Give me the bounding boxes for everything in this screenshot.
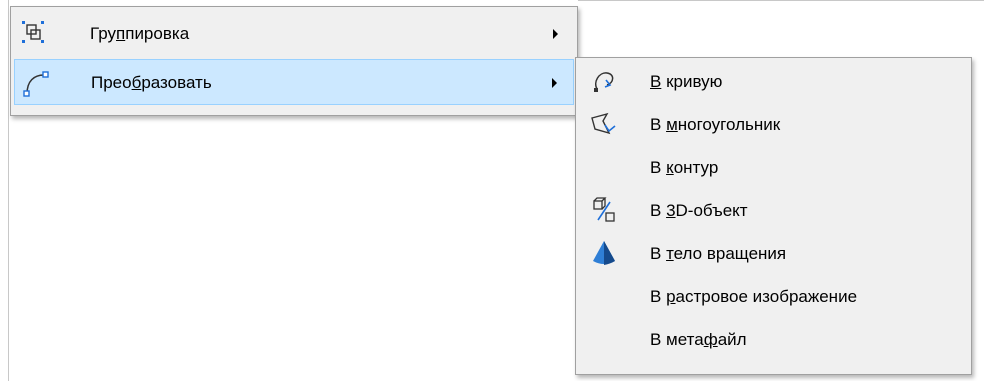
submenu-arrow-icon: [552, 78, 557, 88]
submenu-arrow-icon: [553, 29, 558, 39]
menu-item-grouping[interactable]: Группировка: [14, 11, 574, 57]
menu-item-convert[interactable]: Преобразовать: [14, 59, 574, 105]
submenu-item-label: В многоугольник: [650, 115, 781, 134]
submenu-item-to-rotation-body[interactable]: В тело вращения: [579, 232, 968, 275]
to-polygon-icon: [589, 109, 619, 139]
submenu-item-label: В контур: [650, 158, 719, 177]
group-icon: [19, 18, 51, 50]
document-edge-horizontal: [578, 0, 984, 1]
submenu-item-label: В кривую: [650, 72, 723, 91]
context-menu: Группировка Преобразовать: [10, 6, 578, 116]
menu-item-label: Группировка: [90, 24, 190, 43]
menu-item-label: Преобразовать: [91, 73, 212, 92]
rotation-body-icon: [589, 238, 619, 268]
submenu-item-to-metafile[interactable]: В метафайл: [579, 318, 968, 361]
bezier-curve-icon: [20, 67, 52, 99]
to-curve-icon: [589, 66, 619, 96]
submenu-item-to-bitmap[interactable]: В растровое изображение: [579, 275, 968, 318]
convert-submenu: В кривую В многоугольник В контур В 3D-о…: [575, 57, 972, 375]
submenu-item-to-contour[interactable]: В контур: [579, 146, 968, 189]
submenu-item-label: В растровое изображение: [650, 287, 858, 306]
submenu-item-to-polygon[interactable]: В многоугольник: [579, 103, 968, 146]
submenu-item-label: В метафайл: [650, 330, 747, 349]
canvas: Группировка Преобразовать В кривую В мно…: [0, 0, 984, 381]
submenu-item-label: В 3D-объект: [650, 201, 748, 220]
submenu-item-to-curve[interactable]: В кривую: [579, 60, 968, 103]
submenu-item-label: В тело вращения: [650, 244, 787, 263]
to-3d-object-icon: [589, 195, 619, 225]
document-edge-vertical: [8, 0, 9, 381]
submenu-item-to-3d-object[interactable]: В 3D-объект: [579, 189, 968, 232]
